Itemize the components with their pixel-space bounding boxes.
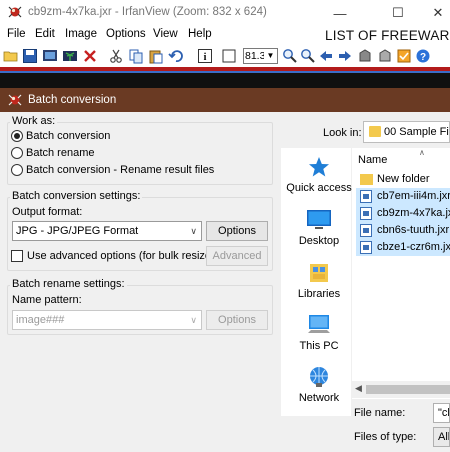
radio-button-selected[interactable] <box>11 130 23 142</box>
minimize-button[interactable]: — <box>318 0 362 26</box>
zoom-input[interactable]: 81.3 <box>243 48 265 64</box>
desktop-icon <box>307 210 331 229</box>
place-quick-access[interactable]: Quick access <box>281 155 357 194</box>
files-of-type-label: Files of type: <box>354 431 417 443</box>
files-of-type-select[interactable]: All <box>433 427 450 447</box>
radio-batch-conversion-rename[interactable]: Batch conversion - Rename result files <box>11 164 214 176</box>
save-icon[interactable] <box>22 48 38 64</box>
svg-text:i: i <box>204 52 207 63</box>
settings-icon[interactable] <box>396 48 412 64</box>
look-in-label: Look in: <box>323 127 362 139</box>
image-viewport <box>0 67 450 88</box>
chevron-down-icon: ∨ <box>190 315 197 325</box>
scrollbar-thumb[interactable] <box>366 385 450 394</box>
sort-arrow-icon: ∧ <box>419 148 425 157</box>
star-icon <box>309 157 329 177</box>
advanced-options-checkbox-row[interactable]: Use advanced options (for bulk resize...… <box>11 250 224 262</box>
zoom-dropdown-arrow[interactable]: ▼ <box>264 48 278 64</box>
zoom-fit-icon[interactable] <box>221 48 237 64</box>
help-icon[interactable]: ? <box>415 48 431 64</box>
zoom-in-icon[interactable] <box>282 48 298 64</box>
window-titlebar: cb9zm-4x7ka.jxr - IrfanView (Zoom: 832 x… <box>0 0 450 26</box>
jxr-file-icon <box>360 190 372 203</box>
prev-icon[interactable] <box>318 48 334 64</box>
jxr-file-icon <box>360 224 372 237</box>
slideshow-icon[interactable] <box>42 48 58 64</box>
rename-options-button[interactable]: Options <box>206 310 268 330</box>
radio-batch-conversion[interactable]: Batch conversion <box>11 130 110 142</box>
folder-icon <box>360 174 373 185</box>
file-name-label: File name: <box>354 407 406 419</box>
scroll-left-icon[interactable]: ◀ <box>355 383 362 394</box>
undo-icon[interactable] <box>168 48 184 64</box>
rename-settings-title: Batch rename settings: <box>10 278 127 290</box>
menu-help[interactable]: Help <box>188 28 212 40</box>
folder-icon <box>369 126 381 137</box>
list-item-file[interactable]: cb7em-iii4m.jxr <box>356 188 450 205</box>
file-name-input[interactable]: "cb <box>433 403 450 423</box>
name-pattern-select[interactable]: image### ∨ <box>12 310 202 330</box>
work-as-title: Work as: <box>10 115 58 127</box>
cut-icon[interactable] <box>108 48 124 64</box>
place-network[interactable]: Network <box>281 365 357 404</box>
zoom-out-icon[interactable] <box>300 48 316 64</box>
dialog-title: Batch conversion <box>28 94 117 106</box>
name-pattern-label: Name pattern: <box>12 294 82 306</box>
copy-icon[interactable] <box>128 48 144 64</box>
dialog-titlebar: Batch conversion <box>0 88 450 112</box>
place-desktop[interactable]: Desktop <box>281 208 357 247</box>
computer-icon <box>308 315 330 333</box>
delete-icon[interactable] <box>82 48 98 64</box>
watermark-text: LIST OF FREEWARE <box>325 28 450 43</box>
radio-button[interactable] <box>11 164 23 176</box>
network-icon <box>310 367 328 387</box>
close-button[interactable]: ✕ <box>416 0 450 26</box>
output-format-select[interactable]: JPG - JPG/JPEG Format ∨ <box>12 221 202 241</box>
output-format-label: Output format: <box>12 206 83 218</box>
list-item-file[interactable]: cbze1-czr6m.jxr <box>356 239 450 256</box>
slideshow-palm-icon[interactable] <box>62 48 78 64</box>
maximize-button[interactable]: ☐ <box>376 0 420 26</box>
menu-edit[interactable]: Edit <box>35 28 55 40</box>
radio-button[interactable] <box>11 147 23 159</box>
menu-file[interactable]: File <box>7 28 26 40</box>
conversion-settings-title: Batch conversion settings: <box>10 190 143 202</box>
libraries-icon <box>310 264 328 282</box>
place-libraries[interactable]: Libraries <box>281 261 357 300</box>
look-in-select[interactable]: 00 Sample Files <box>363 121 450 143</box>
menu-view[interactable]: View <box>153 28 178 40</box>
svg-text:?: ? <box>420 52 426 63</box>
list-item-file[interactable]: cb9zm-4x7ka.jxr <box>356 205 450 222</box>
open-icon[interactable] <box>3 48 19 64</box>
horizontal-scrollbar[interactable]: ◀ <box>352 381 450 398</box>
output-options-button[interactable]: Options <box>206 221 268 241</box>
list-item-folder[interactable]: New folder <box>356 171 450 188</box>
jxr-file-icon <box>360 241 372 254</box>
info-icon[interactable]: i <box>197 48 213 64</box>
irfanview-app-icon <box>8 6 22 18</box>
radio-batch-rename[interactable]: Batch rename <box>11 147 94 159</box>
advanced-button[interactable]: Advanced <box>206 246 268 266</box>
place-this-pc[interactable]: This PC <box>281 313 357 352</box>
column-header-name[interactable]: Name <box>358 154 387 166</box>
first-icon[interactable] <box>357 48 373 64</box>
menu-image[interactable]: Image <box>65 28 97 40</box>
list-item-file[interactable]: cbn6s-tuuth.jxr <box>356 222 450 239</box>
image-blue-band <box>0 71 450 73</box>
jxr-file-icon <box>360 207 372 220</box>
advanced-options-checkbox[interactable] <box>11 250 23 262</box>
menu-options[interactable]: Options <box>106 28 146 40</box>
chevron-down-icon: ∨ <box>190 226 197 236</box>
last-icon[interactable] <box>377 48 393 64</box>
irfanview-dialog-icon <box>8 94 22 106</box>
toolbar: i 81.3 ▼ ? <box>0 45 450 67</box>
paste-icon[interactable] <box>148 48 164 64</box>
next-icon[interactable] <box>337 48 353 64</box>
window-title: cb9zm-4x7ka.jxr - IrfanView (Zoom: 832 x… <box>28 6 267 18</box>
